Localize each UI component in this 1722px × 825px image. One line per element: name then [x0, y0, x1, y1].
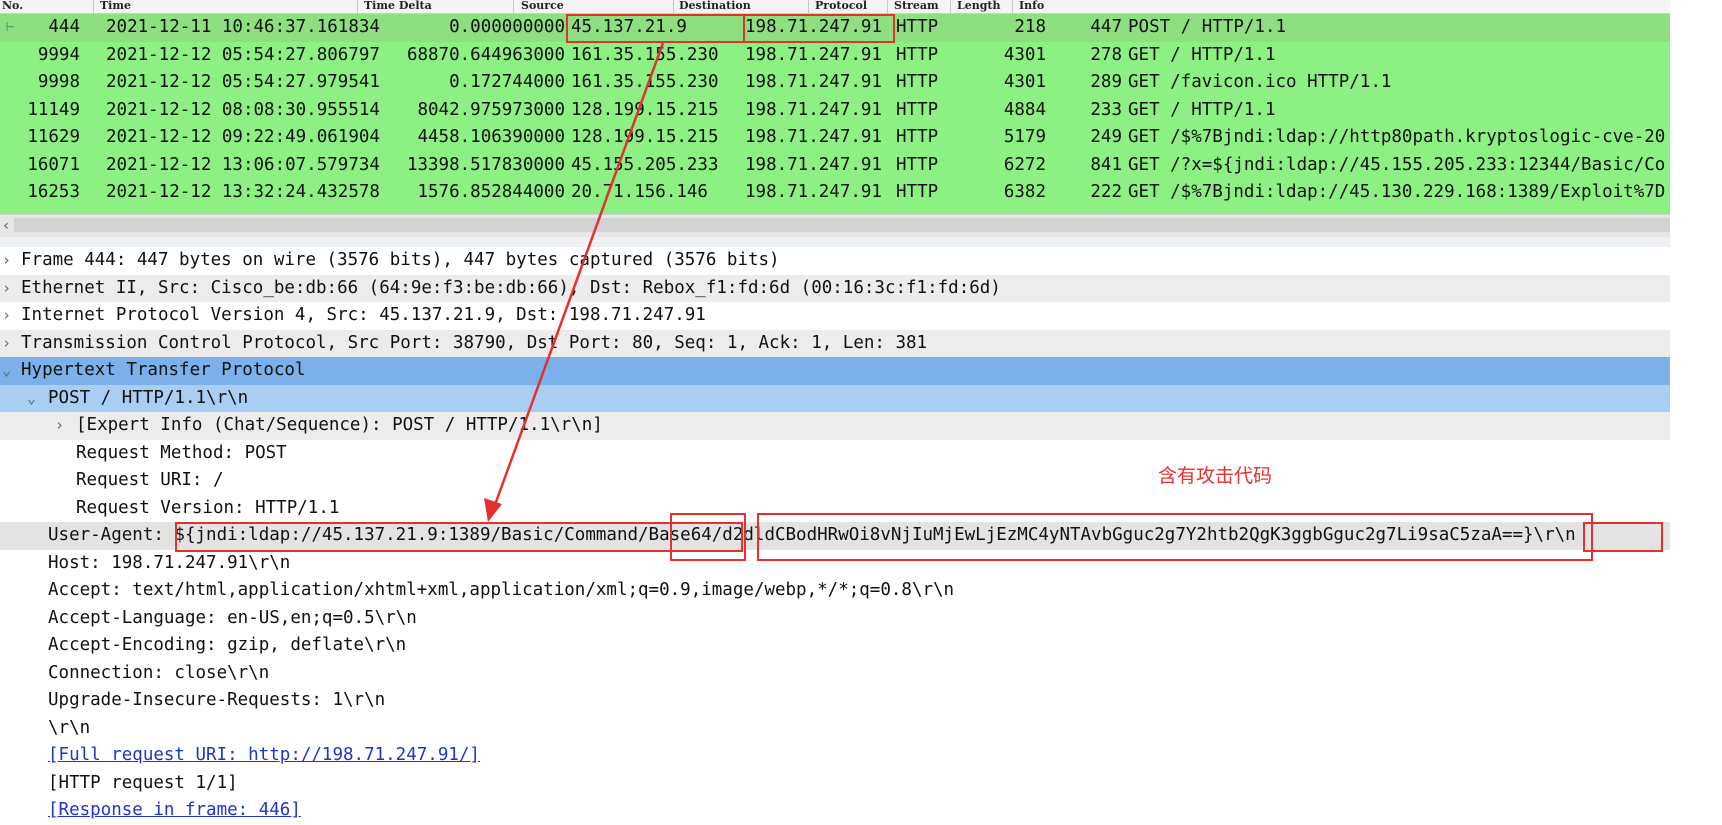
annotation-arrow	[484, 42, 665, 522]
arrow-line	[494, 42, 665, 503]
attack-code-annotation: 含有攻击代码	[1158, 465, 1273, 487]
arrow-head	[484, 498, 502, 522]
